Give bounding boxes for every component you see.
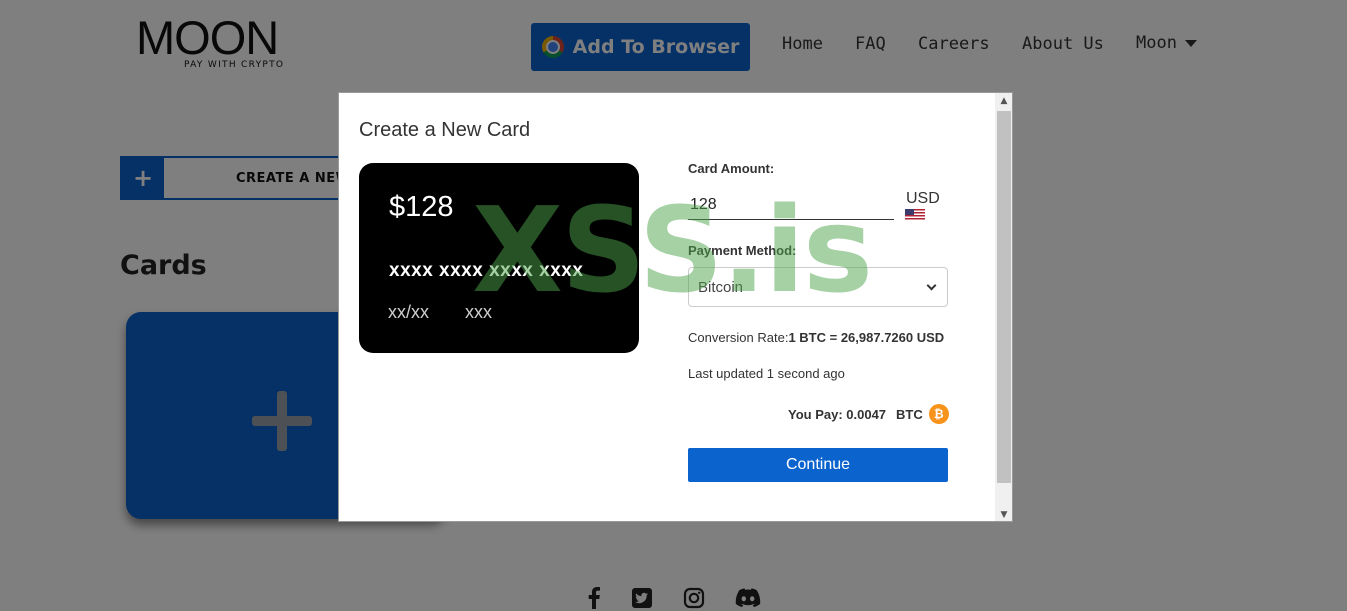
payment-method-label: Payment Method: [688, 243, 797, 258]
card-preview-amount: $128 [389, 191, 454, 223]
us-flag-icon [905, 209, 925, 220]
continue-button[interactable]: Continue [688, 448, 948, 482]
card-preview-number: xxxx xxxx xxxx xxxx [389, 260, 584, 281]
conversion-rate-label: Conversion Rate: [688, 330, 789, 345]
conversion-rate: Conversion Rate:1 BTC = 26,987.7260 USD [688, 330, 944, 345]
you-pay: You Pay: 0.0047 BTC ₿ [788, 404, 949, 424]
card-preview-expiry: xx/xx [388, 302, 430, 322]
create-card-modal: Create a New Card $128 xxxx xxxx xxxx xx… [338, 92, 1013, 522]
you-pay-amount: You Pay: 0.0047 [788, 406, 887, 422]
bitcoin-icon: ₿ [928, 404, 949, 424]
last-updated-text: Last updated 1 second ago [688, 366, 845, 381]
payment-method-value: Bitcoin [698, 278, 744, 296]
chevron-down-icon [926, 280, 937, 291]
scroll-thumb[interactable] [997, 111, 1011, 483]
modal-scrollbar[interactable]: ▲ ▼ [995, 93, 1012, 521]
card-preview-cvv: xxx [465, 302, 492, 322]
currency-label: USD [906, 190, 940, 207]
card-amount-label: Card Amount: [688, 161, 775, 176]
modal-title: Create a New Card [359, 119, 531, 141]
scroll-down-icon[interactable]: ▼ [995, 507, 1012, 521]
payment-method-select[interactable]: Bitcoin [688, 267, 948, 307]
card-preview: $128 xxxx xxxx xxxx xxxx xx/xx xxx [359, 163, 639, 353]
scroll-up-icon[interactable]: ▲ [995, 93, 1012, 109]
card-amount-input[interactable] [688, 190, 894, 220]
you-pay-currency: BTC [896, 406, 923, 422]
conversion-rate-value: 1 BTC = 26,987.7260 USD [788, 330, 945, 345]
